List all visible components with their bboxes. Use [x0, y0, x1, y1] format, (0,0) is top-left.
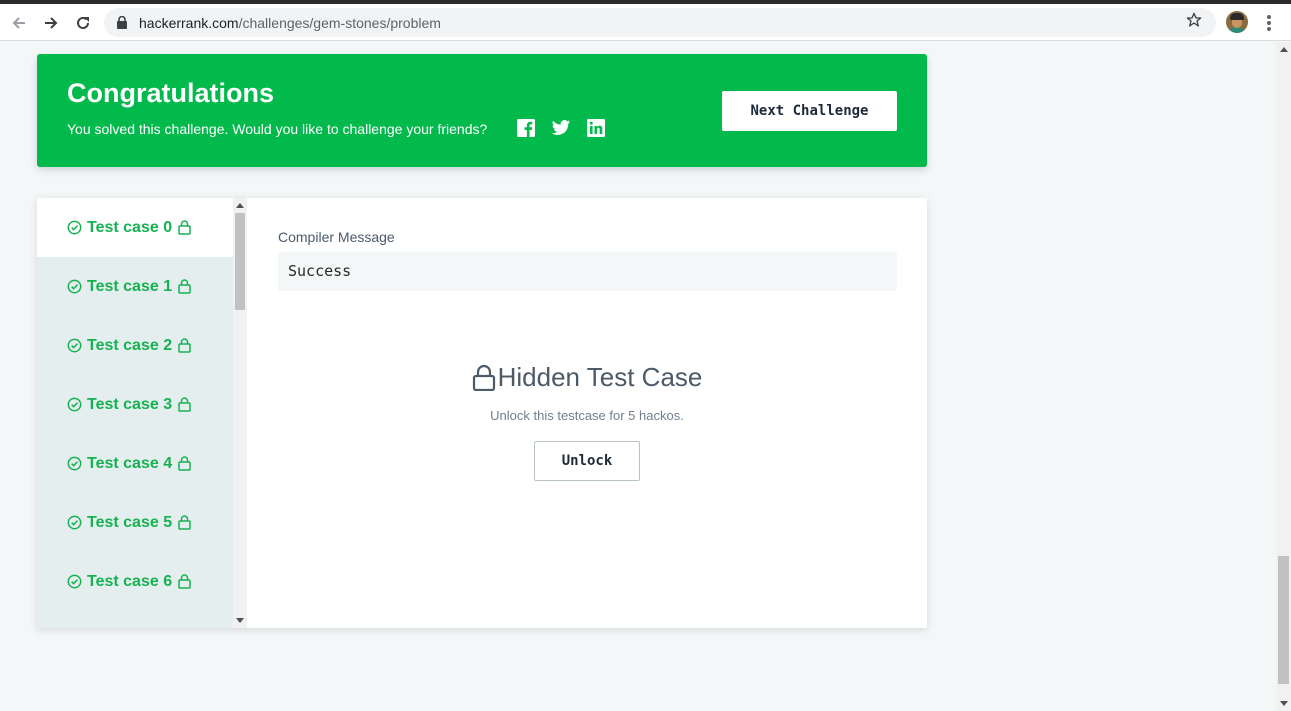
- test-case-item[interactable]: Test case 1: [37, 257, 233, 316]
- secure-lock-icon: [117, 16, 127, 29]
- check-circle-icon: [67, 397, 82, 412]
- browser-menu-icon[interactable]: [1261, 13, 1277, 33]
- arrow-left-icon: [12, 17, 25, 29]
- test-case-label: Test case 1: [87, 277, 173, 295]
- arrow-right-icon: [45, 17, 58, 29]
- next-challenge-button[interactable]: Next Challenge: [722, 91, 897, 131]
- lock-icon: [472, 364, 495, 391]
- scroll-up-arrow-icon[interactable]: [236, 203, 244, 208]
- test-case-label: Test case 4: [87, 454, 173, 472]
- check-circle-icon: [67, 220, 82, 235]
- compiler-message-label: Compiler Message: [278, 229, 395, 245]
- check-circle-icon: [67, 338, 82, 353]
- compiler-message-box: Success: [278, 252, 897, 291]
- check-circle-icon: [67, 574, 82, 589]
- unlock-button[interactable]: Unlock: [534, 441, 640, 481]
- test-case-item[interactable]: Test case 6: [37, 552, 233, 611]
- reload-icon: [77, 16, 89, 29]
- lock-icon: [178, 456, 191, 471]
- test-case-item[interactable]: Test case 0: [37, 198, 233, 257]
- linkedin-icon[interactable]: [586, 118, 606, 138]
- banner-title: Congratulations: [67, 78, 274, 108]
- facebook-icon[interactable]: [516, 118, 536, 138]
- hidden-test-case-heading: Hidden Test Case: [247, 362, 927, 393]
- test-case-item[interactable]: Test case 4: [37, 434, 233, 493]
- address-bar[interactable]: hackerrank.com/challenges/gem-stones/pro…: [104, 8, 1216, 37]
- twitter-icon[interactable]: [551, 118, 571, 138]
- check-circle-icon: [67, 456, 82, 471]
- lock-icon: [178, 515, 191, 530]
- unlock-description: Unlock this testcase for 5 hackos.: [490, 408, 684, 423]
- lock-icon: [178, 220, 191, 235]
- reload-button[interactable]: [70, 10, 96, 36]
- url-host: hackerrank.com: [139, 15, 239, 31]
- hidden-test-case-title: Hidden Test Case: [497, 362, 703, 392]
- congratulations-banner: Congratulations You solved this challeng…: [37, 54, 927, 167]
- lock-icon: [178, 338, 191, 353]
- browser-toolbar: hackerrank.com/challenges/gem-stones/pro…: [0, 4, 1291, 41]
- profile-avatar[interactable]: [1226, 11, 1248, 33]
- scroll-down-arrow-icon[interactable]: [236, 618, 244, 623]
- url-text: hackerrank.com/challenges/gem-stones/pro…: [139, 15, 441, 31]
- forward-button[interactable]: [38, 10, 64, 36]
- bookmark-star-icon[interactable]: [1186, 12, 1202, 28]
- test-case-item[interactable]: Test case 2: [37, 316, 233, 375]
- test-case-label: Test case 3: [87, 395, 173, 413]
- test-case-list: Test case 0 Test case 1 Test case 2 Test ca…: [37, 198, 233, 628]
- test-case-list-scrollbar[interactable]: [233, 198, 247, 628]
- check-circle-icon: [67, 515, 82, 530]
- lock-icon: [178, 397, 191, 412]
- lock-icon: [178, 574, 191, 589]
- check-circle-icon: [67, 279, 82, 294]
- scroll-down-arrow-icon[interactable]: [1280, 701, 1288, 706]
- test-case-label: Test case 2: [87, 336, 173, 354]
- scrollbar-thumb[interactable]: [1278, 556, 1289, 684]
- scrollbar-thumb[interactable]: [235, 213, 245, 310]
- lock-icon: [178, 279, 191, 294]
- test-case-item[interactable]: Test case 3: [37, 375, 233, 434]
- test-case-label: Test case 5: [87, 513, 173, 531]
- test-case-item[interactable]: Test case 5: [37, 493, 233, 552]
- test-case-detail: Compiler Message Success Hidden Test Cas…: [247, 198, 927, 628]
- back-button[interactable]: [6, 10, 32, 36]
- url-path: /challenges/gem-stones/problem: [238, 15, 441, 31]
- test-results-panel: Test case 0 Test case 1 Test case 2 Test ca…: [37, 198, 927, 628]
- test-case-label: Test case 0: [87, 218, 173, 236]
- banner-subtitle: You solved this challenge. Would you lik…: [67, 121, 488, 137]
- scroll-up-arrow-icon[interactable]: [1280, 47, 1288, 52]
- test-case-label: Test case 6: [87, 572, 173, 590]
- page-scrollbar[interactable]: [1276, 42, 1291, 711]
